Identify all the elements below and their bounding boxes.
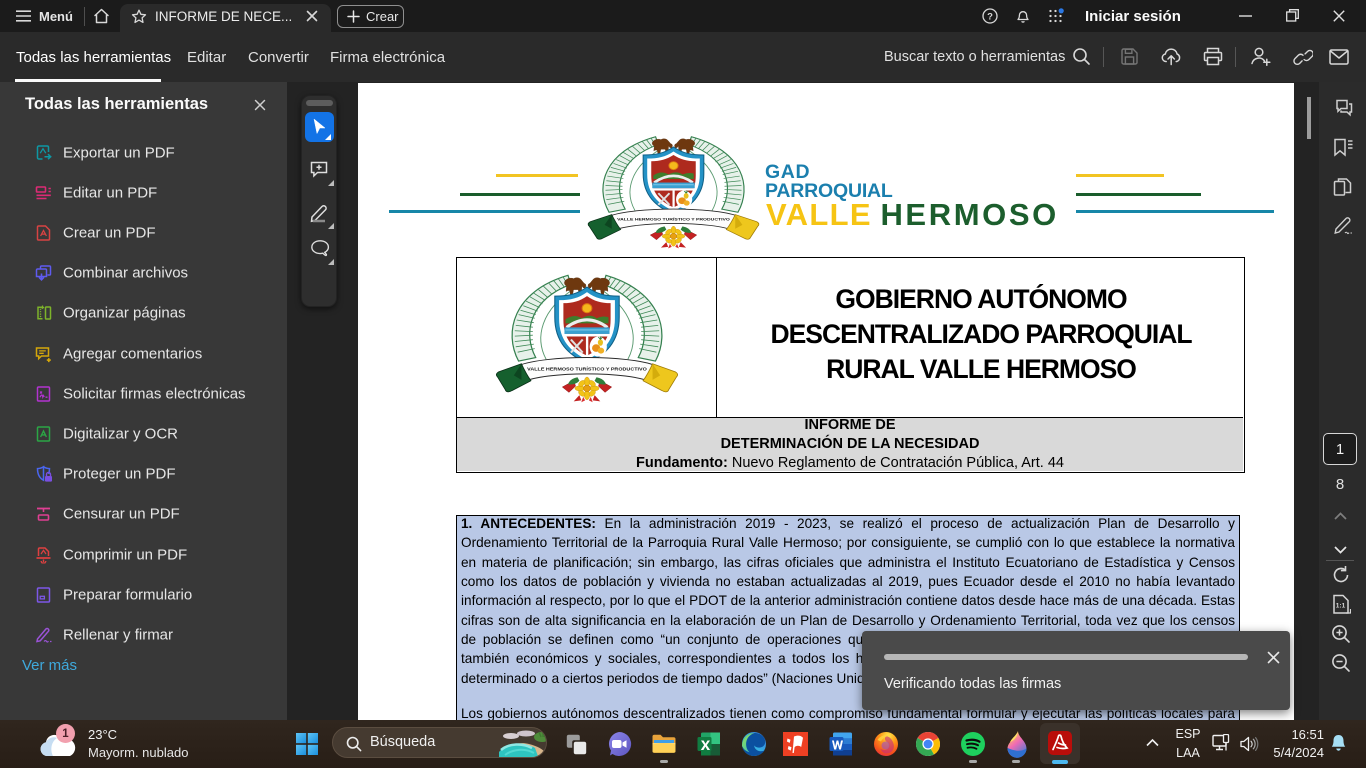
svg-text:1:1: 1:1 (1336, 603, 1346, 610)
svg-text:?: ? (987, 11, 993, 22)
